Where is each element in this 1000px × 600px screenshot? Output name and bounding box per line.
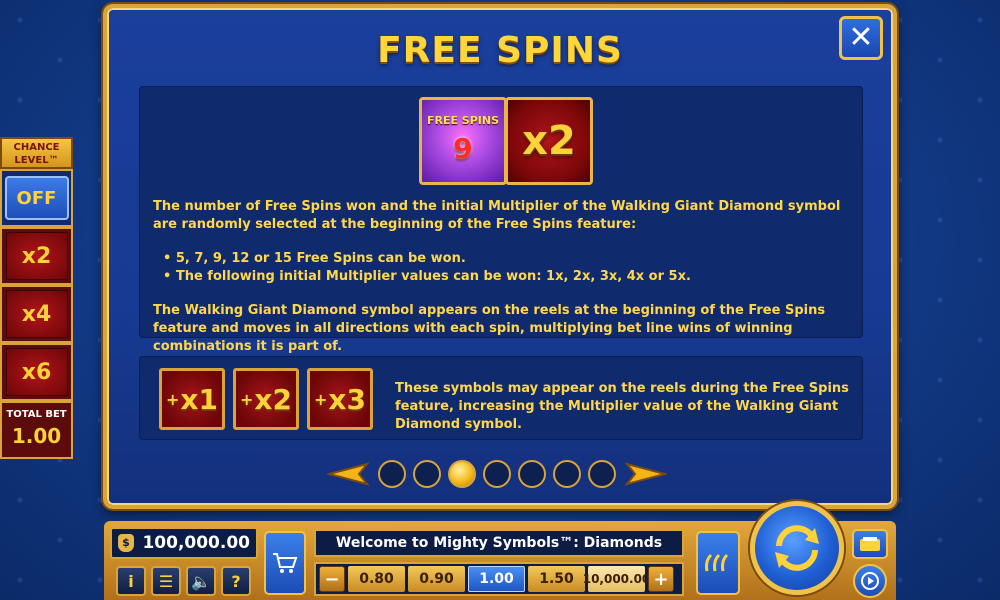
dialog-title: FREE SPINS — [377, 30, 623, 71]
chance-off-button[interactable]: OFF — [4, 176, 69, 220]
bet-option[interactable]: 0.80 — [348, 566, 405, 592]
game-screen: CHANCE LEVEL™ OFF x2 x4 x6 TOTAL BET 1.0… — [0, 0, 1000, 600]
menu-icon[interactable]: ☰ — [151, 566, 181, 596]
chance-level-title: CHANCE LEVEL™ — [0, 137, 73, 169]
autoplay-icon — [705, 553, 729, 572]
page-dot[interactable] — [518, 460, 546, 488]
info-panel-bottom: + x1 + x2 + x3 These symbols may appear on … — [139, 356, 863, 440]
total-bet-box: TOTAL BET 1.00 — [0, 401, 73, 459]
autoplay-button[interactable] — [696, 531, 740, 595]
page-dots — [378, 460, 616, 488]
chance-title-line2: LEVEL™ — [14, 155, 59, 166]
description-paragraph-1: The number of Free Spins won and the ini… — [153, 199, 841, 232]
sound-icon[interactable]: 🔈 — [186, 566, 216, 596]
page-dot[interactable] — [483, 460, 511, 488]
chance-x6-cell: x6 — [0, 343, 73, 401]
symbol-value: x2 — [254, 382, 292, 416]
total-bet-label: TOTAL BET — [6, 409, 67, 420]
help-icon[interactable]: ? — [221, 566, 251, 596]
info-panel-top: FREE SPINS 9 x2 The number of Free Spins… — [139, 86, 863, 354]
next-page-arrow-icon[interactable] — [623, 462, 667, 486]
page-dot-active[interactable] — [448, 460, 476, 488]
page-dot[interactable] — [413, 460, 441, 488]
shop-button[interactable] — [264, 531, 306, 595]
chance-x4-button[interactable]: x4 — [5, 290, 68, 338]
plus-sign: + — [314, 389, 328, 409]
chance-x4-cell: x4 — [0, 285, 73, 343]
spin-arrows-icon — [775, 525, 819, 571]
card-stack-icon — [860, 537, 880, 551]
plus-sign: + — [166, 389, 180, 409]
chance-x2-button[interactable]: x2 — [5, 232, 68, 280]
multiplier-symbol: x2 — [505, 97, 593, 185]
plus-x2-symbol: + x2 — [233, 368, 299, 430]
prev-page-arrow-icon[interactable] — [327, 462, 371, 486]
plus-sign: + — [240, 389, 254, 409]
close-button[interactable]: ✕ — [839, 16, 883, 60]
bet-option-max[interactable]: 10,000.00 — [583, 566, 650, 592]
bullet-item: The following initial Multiplier values … — [163, 268, 853, 286]
bet-selector: − 0.80 0.90 1.00 1.50 10,000.00 + — [314, 562, 684, 596]
symbol-value: x3 — [328, 382, 366, 416]
bet-option-selected[interactable]: 1.00 — [468, 566, 525, 592]
total-bet-value: 1.00 — [11, 424, 62, 448]
chance-off-cell: OFF — [0, 169, 73, 227]
free-spins-gem-symbol: FREE SPINS 9 — [419, 97, 507, 185]
page-dot[interactable] — [378, 460, 406, 488]
plus-x1-symbol: + x1 — [159, 368, 225, 430]
description-paragraph-2: The Walking Giant Diamond symbol appears… — [153, 303, 826, 354]
play-icon — [861, 572, 879, 590]
quick-play-button[interactable] — [853, 564, 887, 598]
description-paragraph-3: These symbols may appear on the reels du… — [395, 381, 849, 432]
bullet-list: 5, 7, 9, 12 or 15 Free Spins can be won.… — [163, 250, 853, 286]
balance-value: 100,000.00 — [142, 533, 250, 553]
bet-option[interactable]: 1.50 — [528, 566, 585, 592]
bet-decrease-button[interactable]: − — [319, 566, 345, 592]
page-navigator — [327, 457, 667, 491]
cart-icon — [273, 553, 298, 573]
gamble-button[interactable] — [852, 529, 888, 559]
plus-x3-symbol: + x3 — [307, 368, 373, 430]
chance-title-line1: CHANCE — [13, 142, 60, 153]
bullet-item: 5, 7, 9, 12 or 15 Free Spins can be won. — [163, 250, 853, 268]
gem-symbol-number: 9 — [453, 132, 473, 165]
chance-x6-button[interactable]: x6 — [5, 348, 68, 396]
free-spins-dialog: FREE SPINS ✕ FREE SPINS 9 x2 The number … — [103, 4, 897, 509]
page-dot[interactable] — [553, 460, 581, 488]
balance-display: $ 100,000.00 — [110, 527, 258, 559]
chance-level-panel: CHANCE LEVEL™ OFF x2 x4 x6 TOTAL BET 1.0… — [0, 137, 73, 459]
page-dot[interactable] — [588, 460, 616, 488]
money-bag-icon: $ — [118, 534, 134, 552]
symbol-value: x1 — [180, 382, 218, 416]
info-icon[interactable]: i — [116, 566, 146, 596]
gem-symbol-label: FREE SPINS — [426, 114, 500, 127]
welcome-message: Welcome to Mighty Symbols™: Diamonds — [314, 529, 684, 557]
chance-x2-cell: x2 — [0, 227, 73, 285]
bet-option[interactable]: 0.90 — [408, 566, 465, 592]
spin-button[interactable] — [750, 501, 844, 595]
bet-increase-button[interactable]: + — [648, 566, 674, 592]
